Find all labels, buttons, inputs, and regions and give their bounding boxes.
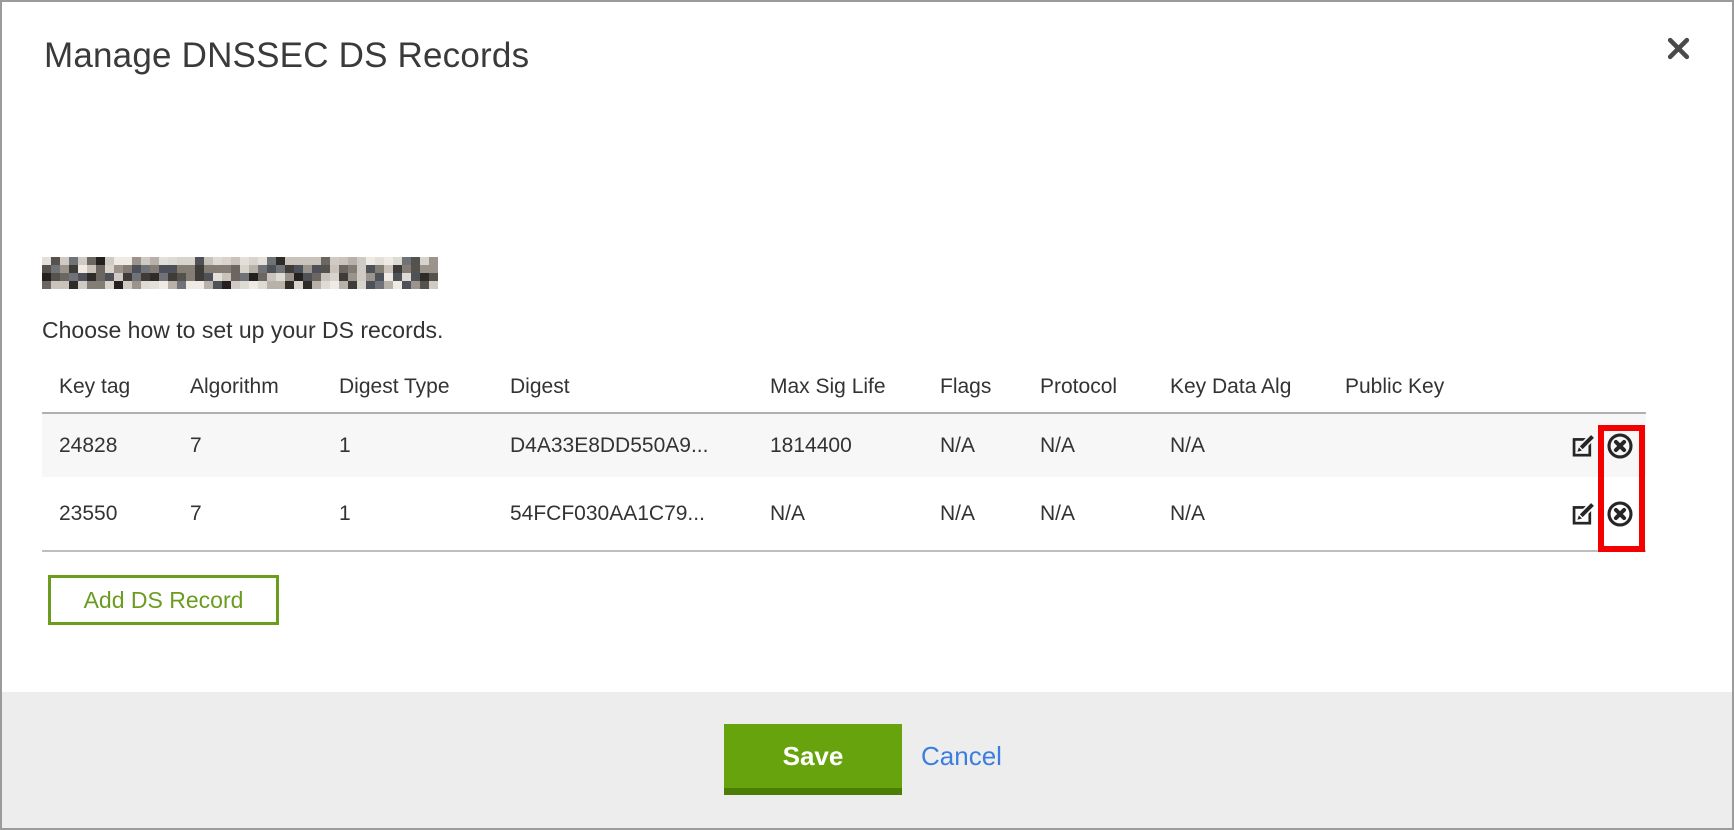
edit-record-button[interactable] xyxy=(1570,500,1597,527)
edit-pencil-icon xyxy=(1570,515,1597,530)
cell-digest-type: 1 xyxy=(322,413,493,477)
cell-public-key xyxy=(1328,477,1546,551)
col-header-key-data-alg: Key Data Alg xyxy=(1153,375,1328,413)
col-header-digest: Digest xyxy=(493,375,753,413)
delete-record-button[interactable] xyxy=(1606,432,1634,460)
cell-algorithm: 7 xyxy=(173,413,322,477)
col-header-public-key: Public Key xyxy=(1328,375,1546,413)
cell-max-sig-life: 1814400 xyxy=(753,413,923,477)
cell-protocol: N/A xyxy=(1023,477,1153,551)
cell-public-key xyxy=(1328,413,1546,477)
cell-key-tag: 23550 xyxy=(42,477,173,551)
col-header-max-sig-life: Max Sig Life xyxy=(753,375,923,413)
table-row: 23550 7 1 54FCF030AA1C79... N/A N/A N/A … xyxy=(42,477,1646,551)
col-header-digest-type: Digest Type xyxy=(322,375,493,413)
cell-digest: 54FCF030AA1C79... xyxy=(493,477,753,551)
cancel-link[interactable]: Cancel xyxy=(921,741,1002,772)
cell-flags: N/A xyxy=(923,477,1023,551)
cell-flags: N/A xyxy=(923,413,1023,477)
add-ds-record-button[interactable]: Add DS Record xyxy=(48,575,279,625)
table-header-row: Key tag Algorithm Digest Type Digest Max… xyxy=(42,375,1646,413)
delete-record-button[interactable] xyxy=(1606,500,1634,528)
close-button[interactable] xyxy=(1660,30,1696,66)
page-title: Manage DNSSEC DS Records xyxy=(44,36,529,76)
cell-digest-type: 1 xyxy=(322,477,493,551)
delete-circle-x-icon xyxy=(1606,448,1634,463)
dialog-footer: Save Cancel xyxy=(2,692,1732,828)
cell-algorithm: 7 xyxy=(173,477,322,551)
ds-records-table: Key tag Algorithm Digest Type Digest Max… xyxy=(42,375,1646,552)
ds-records-instruction: Choose how to set up your DS records. xyxy=(42,317,443,344)
table-row: 24828 7 1 D4A33E8DD550A9... 1814400 N/A … xyxy=(42,413,1646,477)
cell-key-data-alg: N/A xyxy=(1153,413,1328,477)
col-header-actions xyxy=(1546,375,1646,413)
col-header-protocol: Protocol xyxy=(1023,375,1153,413)
delete-circle-x-icon xyxy=(1606,516,1634,531)
col-header-algorithm: Algorithm xyxy=(173,375,322,413)
cell-digest: D4A33E8DD550A9... xyxy=(493,413,753,477)
close-icon xyxy=(1666,36,1691,61)
edit-record-button[interactable] xyxy=(1570,432,1597,459)
redacted-domain-name xyxy=(42,257,438,289)
cell-key-data-alg: N/A xyxy=(1153,477,1328,551)
cell-max-sig-life: N/A xyxy=(753,477,923,551)
col-header-flags: Flags xyxy=(923,375,1023,413)
dnssec-ds-records-dialog: Manage DNSSEC DS Records Choose how to s… xyxy=(0,0,1734,830)
cell-protocol: N/A xyxy=(1023,413,1153,477)
col-header-key-tag: Key tag xyxy=(42,375,173,413)
save-button[interactable]: Save xyxy=(724,724,902,795)
cell-key-tag: 24828 xyxy=(42,413,173,477)
edit-pencil-icon xyxy=(1570,447,1597,462)
